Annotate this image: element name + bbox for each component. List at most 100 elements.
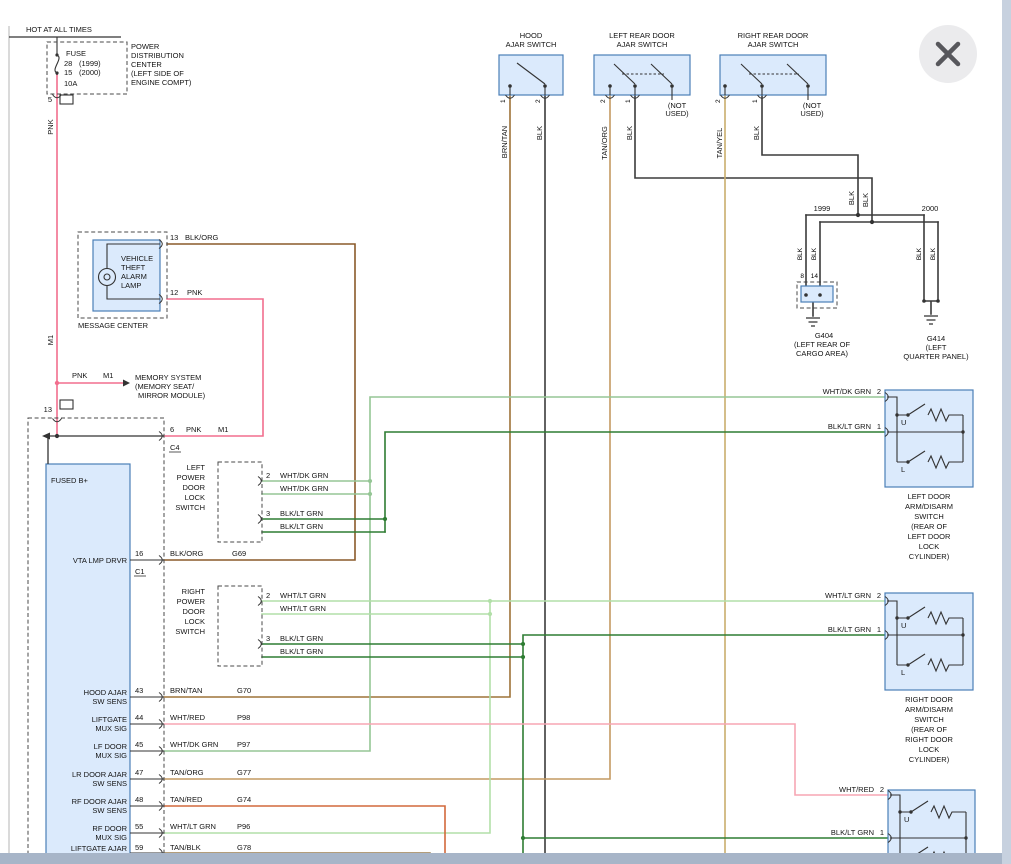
pdc-location-line: ENGINE COMPT) <box>131 78 192 87</box>
pin3-wire-a: BLK/LT GRN <box>280 509 323 518</box>
junction-dot <box>488 599 492 603</box>
pin2-number: 2 <box>877 387 881 396</box>
wire-label-blk: BLK <box>847 191 856 205</box>
switch-label-line: LOCK <box>185 493 205 502</box>
hot-at-all-times-label: HOT AT ALL TIMES <box>26 25 92 34</box>
pin-name: MUX SIG <box>95 833 127 842</box>
pin1-number: 1 <box>877 625 881 634</box>
junction-dot <box>383 517 387 521</box>
pdc-location-line: CENTER <box>131 60 162 69</box>
junction-dot <box>870 220 874 224</box>
close-button[interactable] <box>919 25 977 83</box>
year-2000-label: 2000 <box>922 204 939 213</box>
g414-location: QUARTER PANEL) <box>903 352 969 361</box>
not-used-label: USED) <box>800 109 824 118</box>
switch-pin-number: 1 <box>752 99 759 103</box>
position-u-label: U <box>901 418 906 427</box>
fuse-rating: 10A <box>64 79 77 88</box>
lamp-pin12-number: 12 <box>170 288 178 297</box>
lamp-label-line: THEFT <box>121 263 146 272</box>
wire-whtred-liftgate <box>164 724 888 795</box>
bcm-pin-row-45: LF DOOR MUX SIG 45 WHT/DK GRN P97 <box>94 740 251 760</box>
pin16-circuit: G69 <box>232 549 246 558</box>
junction-dot <box>55 381 59 385</box>
lamp-label-line: VEHICLE <box>121 254 153 263</box>
terminal-dot <box>804 293 808 297</box>
pin-circuit: G77 <box>237 768 251 777</box>
bcm-pin-row-43: HOOD AJAR SW SENS 43 BRN/TAN G70 <box>84 686 252 706</box>
fuse-pin-number: 5 <box>48 95 52 104</box>
switch-caption-line: LOCK <box>919 542 939 551</box>
switch-caption-line: ARM/DISARM <box>905 705 953 714</box>
connector-arc <box>258 477 261 486</box>
switch-title: HOOD <box>520 31 543 40</box>
wire-label-tanorg: TAN/ORG <box>600 126 609 160</box>
lamp-pin12-wire: PNK <box>187 288 202 297</box>
switch-title: LEFT REAR DOOR <box>609 31 675 40</box>
switch-label-line: LOCK <box>185 617 205 626</box>
pin-number: 43 <box>135 686 143 695</box>
pin-circuit: G74 <box>237 795 251 804</box>
year-1999-label: 1999 <box>814 204 831 213</box>
terminal-dot <box>818 293 822 297</box>
switch-caption-line: LOCK <box>919 745 939 754</box>
fuse-2000-year: (2000) <box>79 68 101 77</box>
pin6-number: 6 <box>170 425 174 434</box>
switch-label-line: POWER <box>177 473 206 482</box>
pin1-number: 1 <box>880 828 884 837</box>
switch-caption-line: CYLINDER) <box>909 552 950 561</box>
fused-b-label: FUSED B+ <box>51 476 89 485</box>
junction-dot <box>488 612 492 616</box>
switch-box <box>594 55 690 95</box>
arrow-to-memory-system <box>123 380 130 387</box>
wire1-label: BLK/LT GRN <box>831 828 874 837</box>
position-l-label: L <box>901 465 905 474</box>
pin-wire: WHT/RED <box>170 713 206 722</box>
position-l-label: L <box>901 668 905 677</box>
pin16-wire: BLK/ORG <box>170 549 204 558</box>
g404-location: (LEFT REAR OF <box>794 340 851 349</box>
switch-caption-line: SWITCH <box>914 715 944 724</box>
switch-caption-line: LEFT DOOR <box>908 532 951 541</box>
pin1-number: 1 <box>877 422 881 431</box>
wire-label-tanyel: TAN/YEL <box>715 128 724 159</box>
pin6-circuit: M1 <box>218 425 228 434</box>
pin16-number: 16 <box>135 549 143 558</box>
switch-caption-line: CYLINDER) <box>909 755 950 764</box>
pin-name: SW SENS <box>92 697 127 706</box>
switch-box <box>885 593 973 690</box>
switch-dashed-box <box>218 462 262 542</box>
pin2-wire-a: WHT/LT GRN <box>280 591 326 600</box>
fuse-1999-amp: 28 <box>64 59 72 68</box>
terminal-dot <box>633 84 637 88</box>
junction-dot <box>856 213 860 217</box>
pin-name: LF DOOR <box>94 742 128 751</box>
pin2-number: 2 <box>877 591 881 600</box>
right-power-door-lock-switch: RIGHT POWER DOOR LOCK SWITCH 2 WHT/LT GR… <box>175 586 525 840</box>
pin3-wire-b: BLK/LT GRN <box>280 522 323 531</box>
position-u-label: U <box>901 621 906 630</box>
hood-ajar-switch: HOOD AJAR SWITCH 1 2 BRN/TAN BLK <box>499 31 563 158</box>
memory-system-line: MIRROR MODULE) <box>138 391 206 400</box>
switch-pin-number: 2 <box>535 99 542 103</box>
pin-name: LIFTGATE <box>92 715 127 724</box>
switch-caption-line: RIGHT DOOR <box>905 695 953 704</box>
pin6-connector: C4 <box>170 443 180 452</box>
switch-label-line: LEFT <box>187 463 206 472</box>
message-center-caption: MESSAGE CENTER <box>78 321 149 330</box>
fuse-2000-amp: 15 <box>64 68 72 77</box>
switch-box <box>499 55 563 95</box>
pin-wire: WHT/DK GRN <box>170 740 218 749</box>
switch-caption-line: (REAR OF <box>911 522 947 531</box>
lamp-pin13-number: 13 <box>170 233 178 242</box>
junction-dot <box>368 492 372 496</box>
switch-title: AJAR SWITCH <box>506 40 557 49</box>
window-edge-bottom <box>0 853 1011 864</box>
wire-label-blk: BLK <box>916 247 923 260</box>
pin-number: 59 <box>135 843 143 852</box>
wire-label-blk: BLK <box>861 193 870 207</box>
terminal-dot <box>670 84 674 88</box>
connector-arc <box>258 597 261 606</box>
wire2-label: WHT/LT GRN <box>825 591 871 600</box>
pin-name: MUX SIG <box>95 724 127 733</box>
